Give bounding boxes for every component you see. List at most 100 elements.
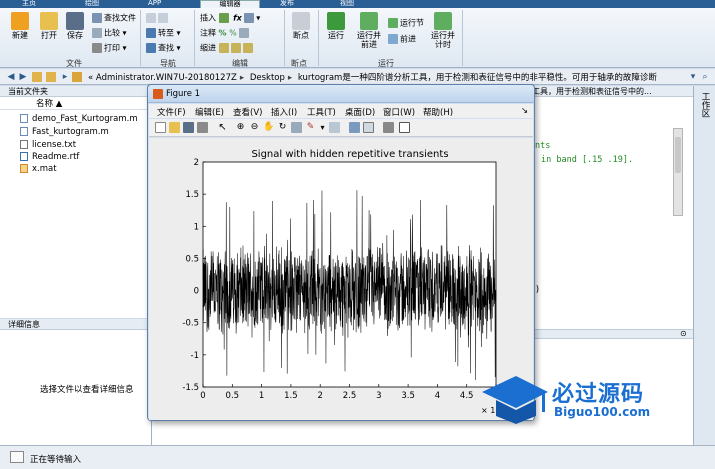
menu-file[interactable]: 文件(F) bbox=[157, 106, 186, 118]
menu-help[interactable]: 帮助(H) bbox=[423, 106, 453, 118]
y-tick-label: 1.5 bbox=[185, 190, 199, 200]
watermark: 必过源码 Biguo100.com bbox=[478, 370, 710, 430]
watermark-title: 必过源码 bbox=[552, 382, 645, 407]
compare-button[interactable]: 比较 ▾ bbox=[92, 28, 127, 39]
open-file-icon[interactable] bbox=[169, 122, 180, 133]
figure-window[interactable]: Figure 1 文件(F) 编辑(E) 查看(V) 插入(I) 工具(T) 桌… bbox=[147, 84, 535, 421]
status-text: 正在等待输入 bbox=[30, 455, 82, 465]
code-line[interactable]: ) bbox=[535, 285, 540, 295]
insert-colorbar-icon[interactable] bbox=[349, 122, 360, 133]
group-label-navigate: 导航 bbox=[160, 59, 176, 68]
zoom-in-icon[interactable]: ⊕ bbox=[235, 122, 246, 133]
nav-back-forward[interactable] bbox=[146, 13, 170, 24]
tab-publish[interactable]: 发布 bbox=[280, 0, 294, 8]
x-tick-label: 1.5 bbox=[284, 391, 298, 401]
pointer-icon[interactable]: ↖ bbox=[217, 122, 228, 133]
menu-insert[interactable]: 插入(I) bbox=[271, 106, 297, 118]
advance-button[interactable]: 前进 bbox=[388, 34, 416, 45]
print-figure-icon[interactable] bbox=[197, 122, 208, 133]
browse-icon[interactable]: ▸ bbox=[60, 72, 70, 82]
details-panel: 详细信息 选择文件以查看详细信息 bbox=[0, 319, 152, 445]
brush-dropdown-icon[interactable]: ▾ bbox=[317, 122, 328, 133]
y-tick-label: -1 bbox=[191, 351, 199, 361]
y-tick-label: 1 bbox=[194, 222, 199, 232]
show-plot-tools-icon[interactable] bbox=[399, 122, 410, 133]
folder-icon[interactable] bbox=[32, 72, 42, 82]
path-dropdown-icon[interactable]: ▾ bbox=[688, 72, 698, 82]
path-segment[interactable]: Desktop bbox=[250, 73, 285, 83]
tab-editor[interactable]: 编辑器 bbox=[200, 0, 260, 8]
menu-edit[interactable]: 编辑(E) bbox=[195, 106, 224, 118]
menu-view[interactable]: 查看(V) bbox=[233, 106, 262, 118]
search-icon[interactable]: ⌕ bbox=[700, 72, 710, 82]
file-item[interactable]: Readme.rtf bbox=[20, 151, 79, 163]
breakpoints-button[interactable]: 断点 bbox=[290, 12, 312, 40]
run-button[interactable]: 运行 bbox=[324, 12, 348, 40]
menu-desktop[interactable]: 桌面(D) bbox=[345, 106, 375, 118]
hide-plot-tools-icon[interactable] bbox=[383, 122, 394, 133]
print-button[interactable]: 打印 ▾ bbox=[92, 43, 127, 54]
column-header-name[interactable]: 名称 ▲ bbox=[0, 98, 152, 110]
rotate-3d-icon[interactable]: ↻ bbox=[277, 122, 288, 133]
new-button[interactable]: 新建 bbox=[6, 12, 34, 40]
pan-hand-icon[interactable]: ✋ bbox=[263, 122, 274, 133]
open-button[interactable]: 打开 bbox=[36, 12, 62, 40]
status-bar: 正在等待输入 bbox=[0, 445, 715, 469]
insert-button[interactable]: 插入 fx ▾ bbox=[200, 13, 260, 24]
menu-window[interactable]: 窗口(W) bbox=[383, 106, 415, 118]
tab-plots[interactable]: 绘图 bbox=[85, 0, 99, 8]
scrollbar-thumb[interactable] bbox=[675, 137, 681, 173]
x-tick-label: 2 bbox=[317, 391, 322, 401]
ribbon-divider bbox=[462, 10, 463, 66]
tab-view[interactable]: 视图 bbox=[340, 0, 354, 8]
file-item[interactable]: demo_Fast_Kurtogram.m bbox=[20, 113, 138, 125]
advance-icon bbox=[388, 34, 398, 44]
current-folder-path[interactable]: « Administrator.WIN7U-20180127Z ▸ Desktop… bbox=[88, 71, 657, 83]
wrap-icon bbox=[239, 28, 250, 38]
m-file-icon bbox=[20, 127, 28, 136]
save-figure-icon[interactable] bbox=[183, 122, 194, 133]
goto-button[interactable]: 转至 ▾ bbox=[146, 28, 181, 39]
code-comment-line[interactable]: nts bbox=[535, 141, 550, 151]
tab-home[interactable]: 主页 bbox=[22, 0, 36, 8]
folder-up-icon[interactable] bbox=[46, 72, 56, 82]
save-button[interactable]: 保存 bbox=[62, 12, 88, 40]
file-item[interactable]: Fast_kurtogram.m bbox=[20, 126, 109, 138]
x-tick-label: 0.5 bbox=[226, 391, 240, 401]
find-button[interactable]: 查找 ▾ bbox=[146, 43, 181, 54]
comment-button[interactable]: 注释 % % bbox=[200, 28, 251, 39]
forward-arrow-icon[interactable]: ▶ bbox=[18, 72, 28, 82]
run-advance-button[interactable]: 运行并 前进 bbox=[356, 12, 382, 49]
file-item[interactable]: x.mat bbox=[20, 163, 57, 175]
sort-ascending-icon: ▲ bbox=[55, 99, 63, 109]
brush-icon[interactable]: ✎ bbox=[305, 122, 316, 133]
menu-overflow-icon[interactable]: ↘ bbox=[521, 106, 528, 116]
find-icon bbox=[146, 43, 156, 53]
indent-button[interactable]: 缩进 bbox=[200, 43, 255, 54]
chart-title: Signal with hidden repetitive transients bbox=[251, 149, 448, 160]
back-arrow-icon[interactable]: ◀ bbox=[6, 72, 16, 82]
run-section-button[interactable]: 运行节 bbox=[388, 18, 424, 29]
details-placeholder: 选择文件以查看详细信息 bbox=[40, 385, 134, 395]
editor-scrollbar[interactable] bbox=[673, 128, 683, 216]
expand-icon[interactable]: ⊙ bbox=[680, 329, 687, 338]
figure-menu-bar: 文件(F) 编辑(E) 查看(V) 插入(I) 工具(T) 桌面(D) 窗口(W… bbox=[149, 104, 533, 118]
browse-folder-icon[interactable] bbox=[72, 72, 82, 82]
tab-apps[interactable]: APP bbox=[148, 0, 161, 8]
file-item[interactable]: license.txt bbox=[20, 139, 76, 151]
figure-title-bar[interactable]: Figure 1 bbox=[148, 85, 534, 103]
path-chevron: « bbox=[88, 73, 94, 83]
run-time-button[interactable]: 运行并 计时 bbox=[428, 12, 458, 49]
menu-tools[interactable]: 工具(T) bbox=[307, 106, 336, 118]
path-segment[interactable]: Administrator.WIN7U-20180127Z bbox=[96, 73, 237, 83]
link-plot-icon[interactable] bbox=[329, 122, 340, 133]
code-comment-line[interactable]: in band [.15 .19]. bbox=[541, 155, 633, 165]
data-cursor-icon[interactable] bbox=[291, 122, 302, 133]
path-segment[interactable]: kurtogram是一种四阶谱分析工具，用于检测和表征信号中的非平稳性。可用于轴… bbox=[298, 73, 657, 83]
find-files-button[interactable]: 查找文件 bbox=[92, 13, 136, 24]
new-figure-icon[interactable] bbox=[155, 122, 166, 133]
zoom-out-icon[interactable]: ⊖ bbox=[249, 122, 260, 133]
current-folder-title: 当前文件夹 bbox=[0, 86, 151, 97]
run-section-icon bbox=[388, 18, 398, 28]
insert-legend-icon[interactable] bbox=[363, 122, 374, 133]
